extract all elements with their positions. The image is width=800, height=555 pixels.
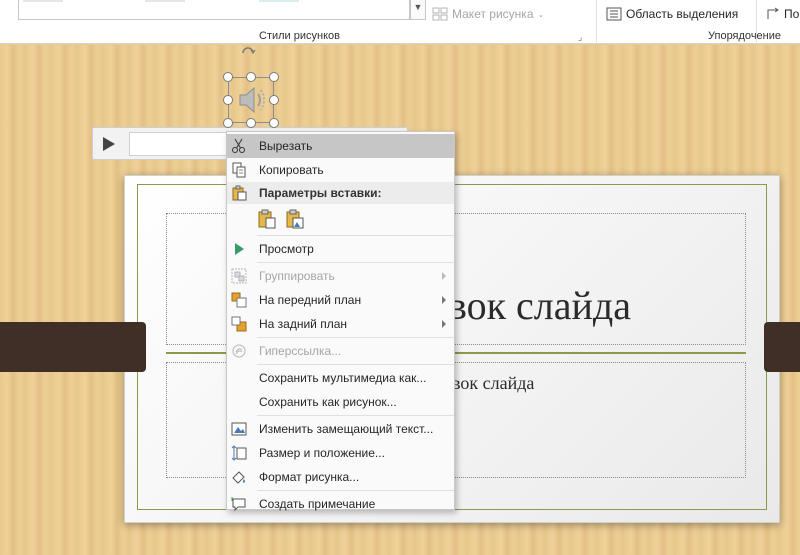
slide-title[interactable]: вок слайда [448, 282, 631, 329]
menu-item-size-position-label: Размер и положение... [259, 446, 385, 460]
paste-options-row [227, 204, 454, 234]
comment-icon [231, 497, 246, 512]
ribbon: ▼ Макет рисунка ⌄ Стили рисунков ⌟ Облас… [0, 0, 800, 44]
rotate-handle-icon[interactable] [240, 43, 256, 57]
menu-item-new-comment-label: Создать примечание [259, 497, 376, 511]
gallery-more-button[interactable]: ▼ [410, 0, 426, 20]
group-label-arrange: Упорядочение [708, 30, 781, 42]
paste-options-label: Параметры вставки: [259, 186, 382, 200]
rotate-button[interactable]: По [766, 6, 799, 22]
speaker-icon [239, 86, 265, 114]
submenu-arrow-icon [442, 296, 446, 304]
menu-item-group-label: Группировать [259, 269, 335, 283]
menu-item-group[interactable]: Группировать [227, 264, 454, 288]
resize-handle[interactable] [269, 72, 279, 82]
bring-forward-icon [231, 292, 247, 308]
submenu-arrow-icon [442, 320, 446, 328]
menu-item-size-position[interactable]: Размер и положение... [227, 441, 454, 465]
resize-handle[interactable] [269, 95, 279, 105]
menu-item-bring-forward-label: На передний план [259, 293, 362, 307]
slide-band-left-overlay [0, 322, 146, 372]
menu-item-alt-text[interactable]: Изменить замещающий текст... [227, 417, 454, 441]
picture-layout-button[interactable]: Макет рисунка ⌄ [432, 6, 544, 22]
menu-item-hyperlink-label: Гиперссылка... [259, 344, 342, 358]
size-position-icon [231, 445, 247, 461]
copy-icon [232, 162, 246, 178]
scissors-icon [232, 138, 245, 153]
slide-band-right-overlay [764, 322, 800, 372]
menu-item-preview-label: Просмотр [259, 242, 314, 256]
resize-handle[interactable] [246, 72, 256, 82]
chevron-down-icon: ⌄ [537, 9, 545, 19]
menu-item-save-media[interactable]: Сохранить мультимедиа как... [227, 366, 454, 390]
style-thumb[interactable] [23, 0, 63, 2]
selection-pane-icon [606, 7, 622, 21]
selection-pane-button[interactable]: Область выделения [606, 6, 738, 22]
menu-item-alt-text-label: Изменить замещающий текст... [259, 422, 434, 436]
menu-item-hyperlink[interactable]: Гиперссылка... [227, 339, 454, 363]
group-icon [231, 268, 247, 284]
resize-handle[interactable] [223, 118, 233, 128]
menu-item-cut-label: Вырезать [259, 139, 313, 153]
menu-item-save-picture-label: Сохранить как рисунок... [259, 395, 397, 409]
menu-item-send-backward[interactable]: На задний план [227, 312, 454, 336]
menu-separator [257, 337, 454, 338]
picture-layout-icon [432, 7, 448, 21]
resize-handle[interactable] [223, 95, 233, 105]
selection-pane-label: Область выделения [626, 7, 739, 21]
slide-subtitle[interactable]: вок слайда [452, 373, 534, 394]
send-backward-icon [231, 316, 247, 332]
submenu-arrow-icon [442, 272, 446, 280]
menu-separator [257, 490, 454, 491]
resize-handle[interactable] [223, 72, 233, 82]
resize-handle[interactable] [269, 118, 279, 128]
play-icon [235, 243, 244, 255]
chevron-down-icon: ▼ [413, 2, 423, 12]
picture-layout-label: Макет рисунка [452, 7, 534, 21]
play-icon[interactable] [103, 137, 115, 151]
context-menu: Вырезать Копировать Параметры вставки: П… [226, 131, 455, 512]
dialog-launcher-icon[interactable]: ⌟ [578, 32, 582, 43]
audio-object[interactable] [228, 77, 274, 123]
media-progress-track[interactable] [129, 132, 229, 156]
link-icon [232, 344, 246, 358]
menu-item-format-picture-label: Формат рисунка... [259, 470, 360, 484]
menu-item-cut[interactable]: Вырезать [227, 134, 454, 158]
menu-separator [257, 364, 454, 365]
menu-separator [257, 262, 454, 263]
group-label-picture-styles: Стили рисунков [259, 30, 340, 42]
menu-item-send-backward-label: На задний план [259, 317, 348, 331]
menu-item-new-comment[interactable]: Создать примечание [227, 492, 454, 516]
menu-item-format-picture[interactable]: Формат рисунка... [227, 465, 454, 489]
format-picture-icon [232, 471, 245, 484]
menu-item-save-picture[interactable]: Сохранить как рисунок... [227, 390, 454, 414]
alt-text-icon [231, 422, 247, 436]
paste-keep-formatting-icon[interactable] [257, 209, 277, 229]
menu-item-save-media-label: Сохранить мультимедиа как... [259, 371, 427, 385]
menu-item-bring-forward[interactable]: На передний план [227, 288, 454, 312]
menu-separator [257, 415, 454, 416]
menu-item-copy[interactable]: Копировать [227, 158, 454, 182]
picture-styles-gallery[interactable] [18, 0, 410, 20]
menu-separator [257, 235, 454, 236]
style-thumb[interactable] [259, 0, 299, 2]
rotate-label: По [784, 7, 800, 21]
paste-options-header: Параметры вставки: [227, 182, 454, 204]
paste-as-picture-icon[interactable] [285, 209, 305, 229]
rotate-icon [767, 7, 779, 19]
style-thumb[interactable] [145, 0, 185, 2]
menu-item-copy-label: Копировать [259, 163, 324, 177]
group-separator [596, 0, 597, 42]
resize-handle[interactable] [246, 118, 256, 128]
clipboard-icon [232, 185, 247, 201]
menu-item-preview[interactable]: Просмотр [227, 237, 454, 261]
